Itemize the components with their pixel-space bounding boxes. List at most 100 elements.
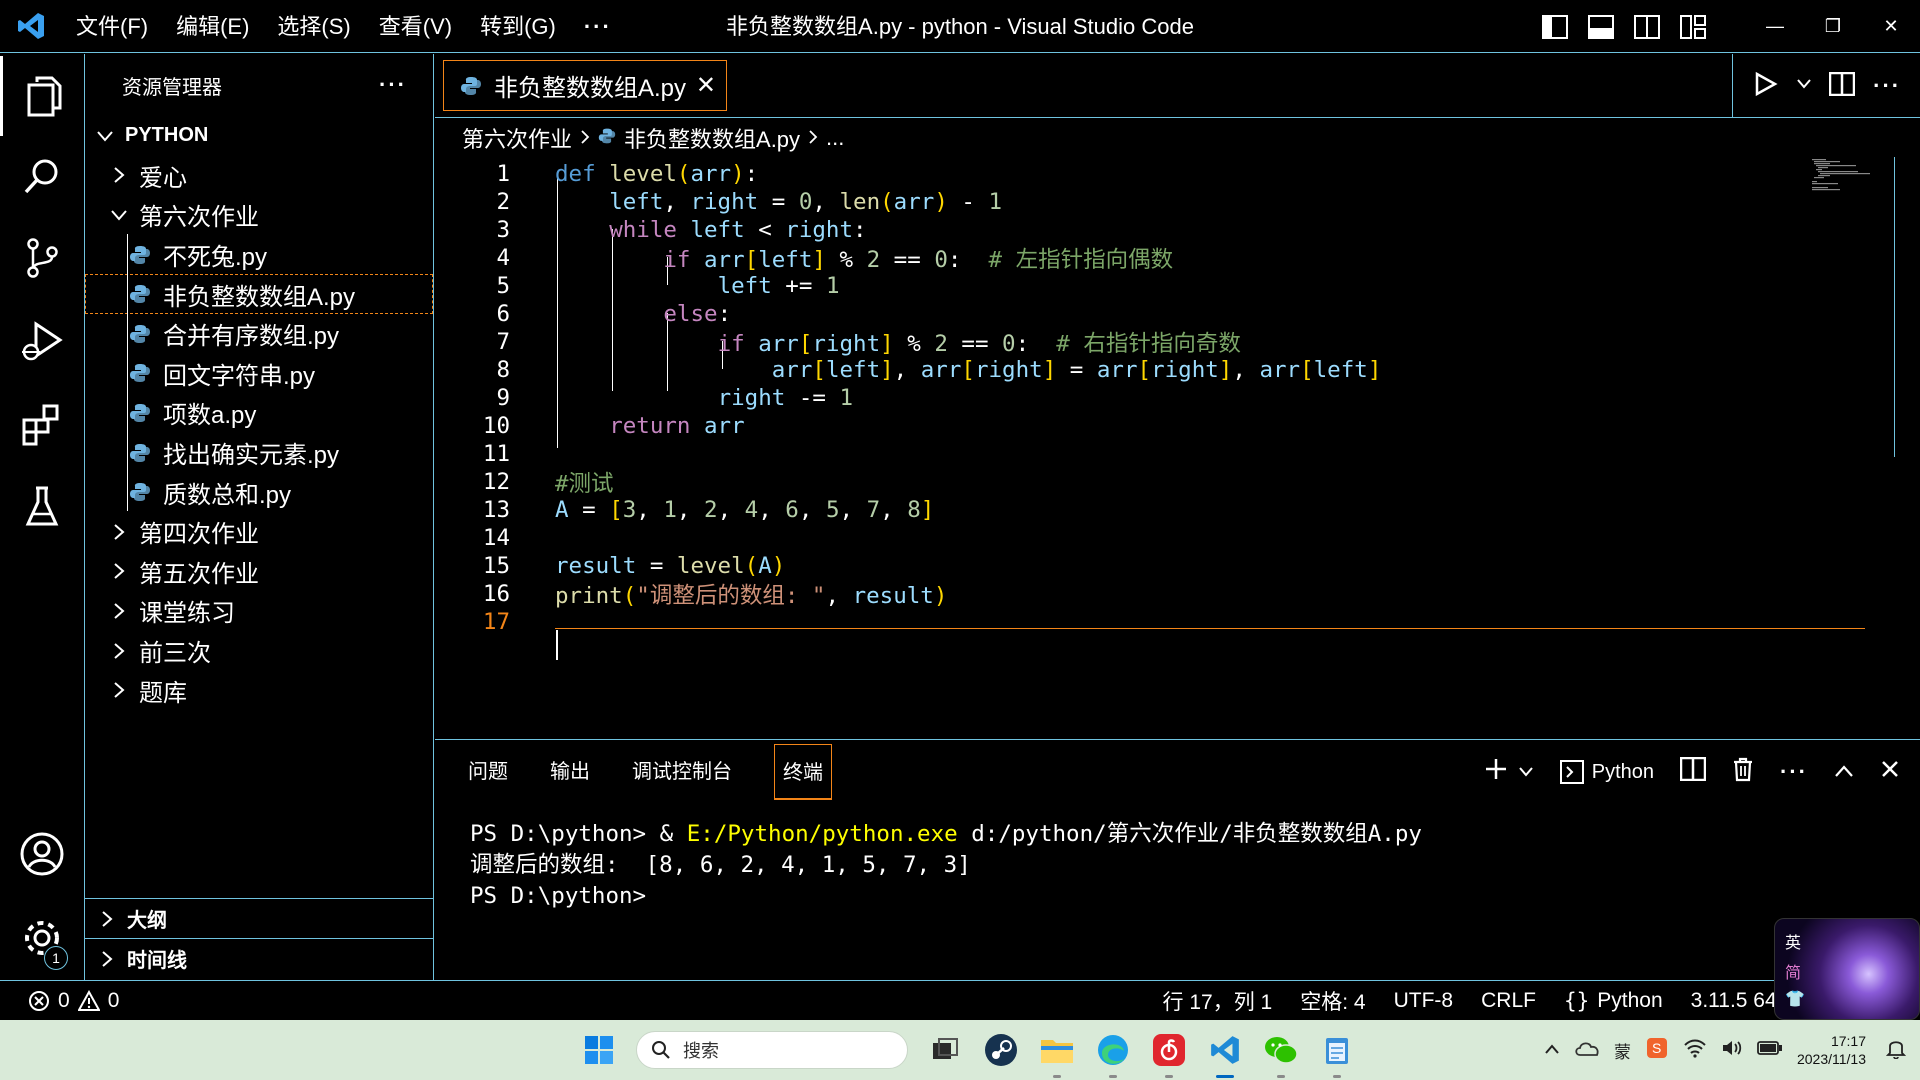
timeline-section[interactable]: 时间线 — [85, 938, 433, 978]
panel-more-icon[interactable]: ··· — [1780, 759, 1808, 785]
menu-edit[interactable]: 编辑(E) — [162, 0, 263, 53]
chevron-down-icon[interactable] — [1796, 77, 1812, 95]
taskbar-clock[interactable]: 17:17 2023/11/13 — [1797, 1032, 1866, 1068]
tree-file[interactable]: 不死兔.py — [85, 235, 433, 275]
code-editor[interactable]: 1 def level(arr): 2 left, right = 0, len(… — [435, 157, 1920, 740]
wifi-icon[interactable] — [1683, 1038, 1707, 1063]
run-debug-icon[interactable] — [0, 302, 84, 382]
tree-folder[interactable]: 题库 — [85, 670, 433, 710]
windows-start-icon[interactable] — [580, 1031, 618, 1069]
tree-folder[interactable]: 课堂练习 — [85, 591, 433, 631]
line-number: 10 — [482, 413, 510, 439]
ime-language[interactable]: 英 — [1785, 929, 1801, 953]
editor-scrollbar[interactable] — [1894, 157, 1920, 457]
eol-status[interactable]: CRLF — [1481, 989, 1536, 1013]
encoding-status[interactable]: UTF-8 — [1394, 989, 1454, 1013]
testing-flask-icon[interactable] — [0, 466, 84, 546]
minimap[interactable] — [1810, 157, 1880, 197]
workspace-root[interactable]: PYTHON — [85, 116, 433, 156]
sogou-input-icon[interactable]: S — [1645, 1036, 1669, 1065]
file-explorer-icon[interactable] — [1038, 1031, 1076, 1078]
settings-gear-icon[interactable]: 1 — [0, 898, 84, 978]
menu-selection[interactable]: 选择(S) — [263, 0, 364, 53]
breadcrumb-file[interactable]: 非负整数数组A.py — [624, 122, 800, 154]
terminal-profile[interactable]: Python — [1559, 760, 1654, 784]
editor-more-icon[interactable]: ··· — [1873, 73, 1901, 99]
volume-icon[interactable] — [1721, 1038, 1743, 1063]
toggle-panel-icon[interactable] — [1578, 0, 1624, 53]
chevron-down-icon[interactable] — [1518, 761, 1534, 784]
run-python-file-icon[interactable] — [1752, 71, 1778, 102]
split-editor-icon[interactable] — [1829, 71, 1856, 101]
chevron-right-icon — [808, 125, 818, 151]
tree-file-label: 找出确实元素.py — [163, 442, 340, 470]
tab-debug-console[interactable]: 调试控制台 — [632, 744, 752, 800]
explorer-more-actions[interactable]: ··· — [379, 72, 407, 98]
tree-file[interactable]: 项数a.py — [85, 393, 433, 433]
menu-go[interactable]: 转到(G) — [466, 0, 570, 53]
notification-bell-icon[interactable] — [1885, 1037, 1907, 1064]
breadcrumb-symbol[interactable]: ... — [826, 125, 844, 151]
customize-layout-icon[interactable] — [1670, 0, 1716, 53]
notepad-icon[interactable] — [1318, 1031, 1356, 1078]
tab-terminal[interactable]: 终端 — [774, 744, 832, 800]
toggle-primary-sidebar-icon[interactable] — [1532, 0, 1578, 53]
split-terminal-icon[interactable] — [1679, 756, 1707, 787]
tab-output[interactable]: 输出 — [550, 744, 610, 800]
cursor-position[interactable]: 行 17，列 1 — [1163, 986, 1273, 1016]
indentation-status[interactable]: 空格: 4 — [1300, 986, 1365, 1016]
language-mode[interactable]: {} Python — [1564, 989, 1663, 1013]
new-terminal-icon[interactable] — [1484, 757, 1508, 787]
vscode-taskbar-icon[interactable] — [1206, 1031, 1244, 1078]
tree-folder[interactable]: 第四次作业 — [85, 512, 433, 552]
editor-tab-active[interactable]: 非负整数数组A.py ✕ — [443, 60, 727, 111]
search-icon[interactable] — [0, 136, 84, 216]
tree-file[interactable]: 回文字符串.py — [85, 354, 433, 394]
outline-section[interactable]: 大纲 — [85, 898, 433, 938]
line-number: 14 — [482, 525, 510, 551]
line-number-current: 17 — [482, 609, 510, 635]
tray-overflow-chevron-up-icon[interactable] — [1544, 1040, 1560, 1060]
tree-folder[interactable]: 前三次 — [85, 631, 433, 671]
minimize-button[interactable]: — — [1746, 0, 1804, 53]
chevron-right-icon — [107, 562, 131, 580]
ime-mode[interactable]: 简 — [1785, 959, 1801, 983]
restore-button[interactable]: ❐ — [1804, 0, 1862, 53]
onedrive-cloud-icon[interactable] — [1574, 1039, 1600, 1062]
tree-folder[interactable]: 第五次作业 — [85, 552, 433, 592]
wechat-icon[interactable] — [1262, 1031, 1300, 1078]
edge-browser-icon[interactable] — [1094, 1031, 1132, 1078]
maximize-panel-chevron-up-icon[interactable] — [1834, 761, 1854, 784]
kill-terminal-trash-icon[interactable] — [1732, 756, 1754, 788]
battery-icon[interactable] — [1757, 1040, 1783, 1061]
extensions-icon[interactable] — [0, 384, 84, 464]
menu-view[interactable]: 查看(V) — [365, 0, 466, 53]
problems-status[interactable]: 0 0 — [0, 989, 119, 1013]
line-number: 11 — [482, 441, 510, 467]
menu-more[interactable]: ··· — [570, 0, 626, 53]
tree-folder[interactable]: 爱心 — [85, 156, 433, 196]
terminal-output[interactable]: PS D:\python> & E:/Python/python.exe d:/… — [470, 819, 1422, 912]
ime-widget[interactable]: 英 简 👕 — [1774, 918, 1920, 1020]
close-panel-icon[interactable] — [1880, 759, 1900, 785]
ime-shirt-icon[interactable]: 👕 — [1785, 989, 1805, 1009]
account-icon[interactable] — [0, 814, 84, 894]
netease-music-icon[interactable] — [1150, 1031, 1188, 1078]
tree-file-selected[interactable]: 非负整数数组A.py — [85, 274, 433, 314]
task-view-icon[interactable] — [926, 1031, 964, 1069]
toggle-secondary-sidebar-icon[interactable] — [1624, 0, 1670, 53]
tray-ime-label[interactable]: 蒙 — [1614, 1038, 1631, 1063]
tree-file[interactable]: 合并有序数组.py — [85, 314, 433, 354]
tab-close-icon[interactable]: ✕ — [696, 71, 716, 100]
close-window-button[interactable]: ✕ — [1862, 0, 1920, 53]
tree-folder[interactable]: 第六次作业 — [85, 195, 433, 235]
tree-file[interactable]: 找出确实元素.py — [85, 433, 433, 473]
breadcrumb-folder[interactable]: 第六次作业 — [462, 122, 572, 154]
source-control-icon[interactable] — [0, 218, 84, 298]
tree-file[interactable]: 质数总和.py — [85, 472, 433, 512]
tab-problems[interactable]: 问题 — [468, 744, 528, 800]
taskbar-search[interactable]: 搜索 — [636, 1031, 908, 1069]
steam-icon[interactable] — [982, 1031, 1020, 1069]
explorer-files-icon[interactable] — [0, 56, 84, 136]
menu-file[interactable]: 文件(F) — [62, 0, 162, 53]
